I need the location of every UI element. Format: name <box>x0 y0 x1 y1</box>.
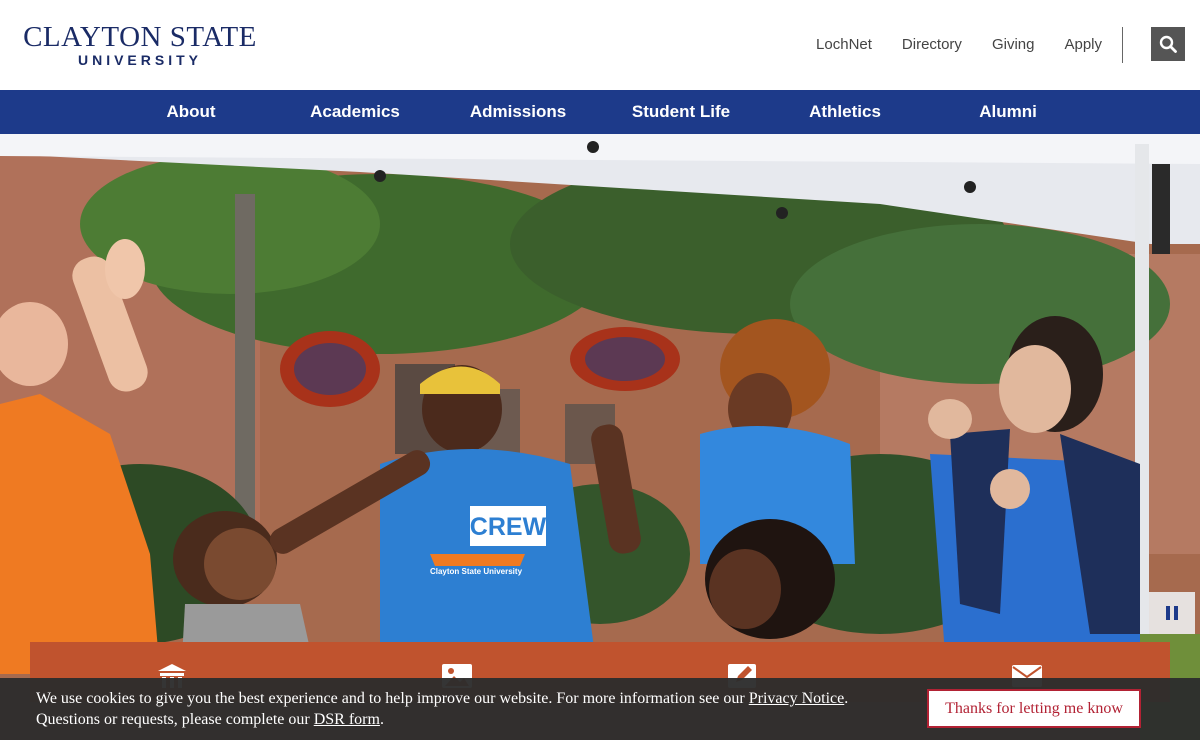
search-button[interactable] <box>1151 27 1185 61</box>
utility-divider <box>1122 27 1123 63</box>
nav-item-athletics[interactable]: Athletics <box>809 90 881 134</box>
utility-nav: LochNet Directory Giving Apply <box>816 36 1102 53</box>
cookie-message: We use cookies to give you the best expe… <box>36 688 876 730</box>
utility-link-apply[interactable]: Apply <box>1064 36 1102 53</box>
shirt-text-university: Clayton State University <box>430 567 523 576</box>
main-nav: About Academics Admissions Student Life … <box>0 90 1200 134</box>
accept-cookies-button[interactable]: Thanks for letting me know <box>927 689 1141 728</box>
pause-button[interactable] <box>1149 592 1195 634</box>
privacy-notice-link[interactable]: Privacy Notice <box>749 690 845 707</box>
search-icon <box>1159 35 1177 53</box>
nav-item-alumni[interactable]: Alumni <box>979 90 1037 134</box>
cookie-text-before: We use cookies to give you the best expe… <box>36 690 749 707</box>
logo-line-2: UNIVERSITY <box>77 52 202 68</box>
university-logo[interactable]: CLAYTON STATE UNIVERSITY <box>20 22 260 68</box>
cookie-banner: We use cookies to give you the best expe… <box>0 678 1200 740</box>
nav-item-about[interactable]: About <box>166 90 215 134</box>
nav-item-academics[interactable]: Academics <box>310 90 400 134</box>
logo-line-1: CLAYTON STATE <box>23 21 257 53</box>
dsr-form-link[interactable]: DSR form <box>314 711 380 728</box>
site-header: CLAYTON STATE UNIVERSITY LochNet Directo… <box>0 0 1200 90</box>
shirt-text-crew: CREW <box>470 513 547 541</box>
pause-icon <box>1166 606 1170 620</box>
nav-item-student-life[interactable]: Student Life <box>632 90 730 134</box>
utility-link-giving[interactable]: Giving <box>992 36 1035 53</box>
utility-link-directory[interactable]: Directory <box>902 36 962 53</box>
pause-icon-bar <box>1174 606 1178 620</box>
utility-link-lochnet[interactable]: LochNet <box>816 36 872 53</box>
nav-item-admissions[interactable]: Admissions <box>470 90 566 134</box>
cookie-text-after: . <box>379 711 384 728</box>
page: CLAYTON STATE UNIVERSITY LochNet Directo… <box>0 0 1200 740</box>
